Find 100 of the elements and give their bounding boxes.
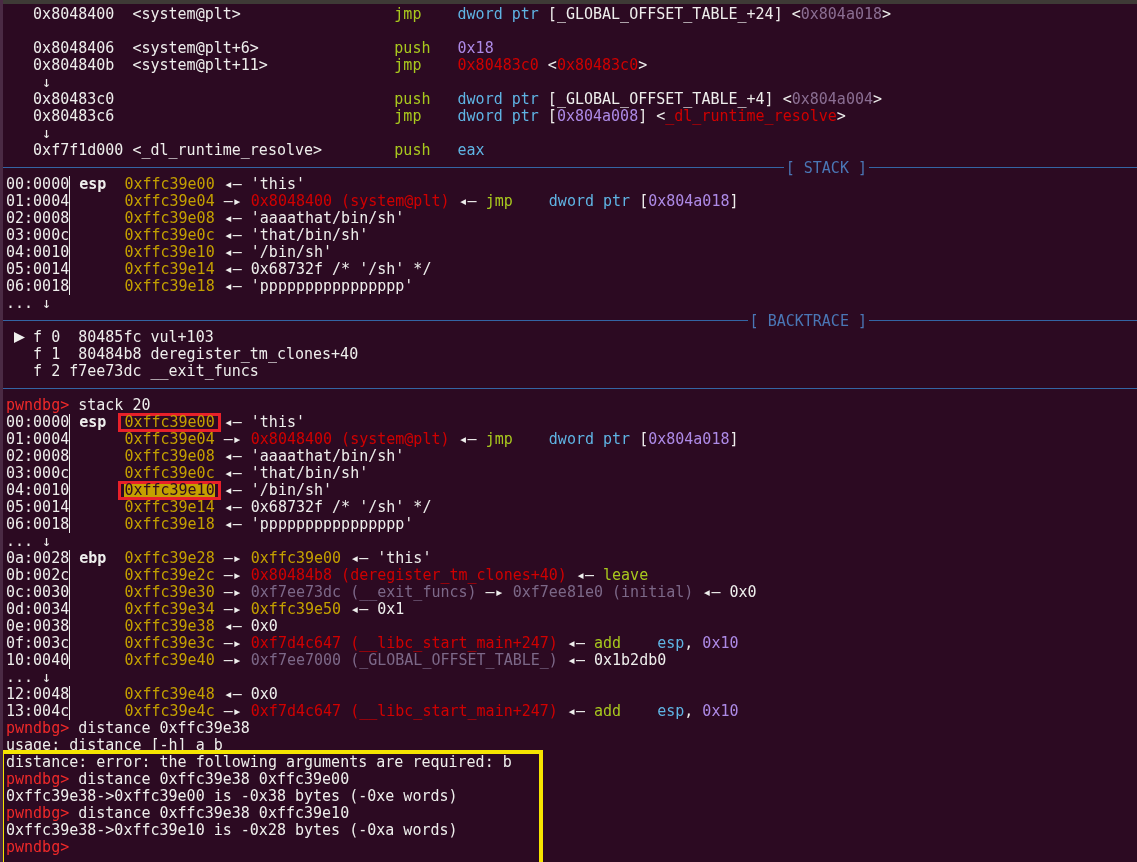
- stack-address: 0xffc39e04: [123, 192, 216, 211]
- terminal-text: >: [873, 91, 882, 108]
- terminal-text: 0x804a018: [648, 431, 730, 448]
- terminal-text: ... ↓: [6, 533, 52, 550]
- terminal-text: distance 0xffc39e38: [77, 720, 250, 737]
- terminal-text: jmp: [485, 193, 513, 210]
- stack-address: 0xffc39e2c: [123, 566, 216, 585]
- terminal-text: ◂— 0x68732f /* '/sh' */: [222, 499, 432, 516]
- terminal-text: ◂— 0x1b2db0: [565, 652, 667, 669]
- terminal-text: —▸: [485, 584, 504, 601]
- stack-address: 0xffc39e08: [123, 447, 216, 466]
- terminal-text: push: [394, 91, 431, 108]
- stack-address: 0xffc39e00: [123, 175, 216, 194]
- stack-offset: 13:004c: [6, 703, 71, 720]
- terminal-text: pwndbg>: [6, 771, 70, 788]
- terminal-text: >: [638, 57, 648, 74]
- terminal-text: ◂— 'pppppppppppppppp': [222, 516, 414, 533]
- terminal-text: —▸: [222, 703, 243, 720]
- register-name: esp: [79, 413, 107, 431]
- stack-address: 0xffc39e0c: [123, 464, 216, 483]
- terminal-text: ◂— 0x0: [222, 618, 278, 635]
- terminal-text: dword ptr: [547, 193, 631, 210]
- terminal-text: —▸: [222, 635, 243, 652]
- terminal-text: 0xf7d4c647 (__libc_start_main+247): [250, 703, 558, 720]
- stack-address: 0xffc39e30: [123, 583, 216, 602]
- terminal-text: 0x80483c0: [556, 57, 639, 74]
- terminal-text: 0xffc39e38->0xffc39e10 is -0x28 bytes (-0xa words): [6, 822, 458, 839]
- stack-offset: 0c:0030: [6, 584, 71, 601]
- terminal-text: ◂— '/bin/sh': [222, 482, 333, 499]
- terminal-text: 0x804a004: [791, 91, 873, 108]
- terminal-text: jmp: [394, 108, 422, 125]
- terminal-text: ◂— 'this': [222, 414, 305, 431]
- terminal-text: push: [394, 40, 431, 57]
- register-name: ebp: [79, 549, 107, 567]
- stack-address: 0xffc39e18: [123, 277, 216, 296]
- stack-offset: 00:0000: [6, 176, 71, 193]
- stack-address: 0xffc39e40: [123, 651, 216, 670]
- terminal-text: 0xf7f1d000 <_dl_runtime_resolve>: [32, 142, 324, 159]
- terminal-text: [: [638, 193, 649, 210]
- stack-address: 0xffc39e10: [118, 481, 221, 500]
- stack-offset: 01:0004: [6, 431, 71, 448]
- register-name: esp: [79, 175, 107, 193]
- terminal-text: >: [882, 6, 892, 23]
- terminal-text: 0xf7ee7000 (_GLOBAL_OFFSET_TABLE_): [250, 652, 558, 669]
- terminal-text: 0x8048400 (system@plt): [250, 193, 450, 210]
- stack-address: 0xffc39e18: [123, 515, 216, 534]
- terminal-text: f 1 80484b8 deregister_tm_clones+40: [33, 346, 359, 363]
- stack-offset: 00:0000: [6, 414, 71, 431]
- terminal-text: eax: [456, 142, 485, 159]
- terminal-text: esp: [656, 703, 685, 720]
- stack-address: 0xffc39e10: [123, 243, 216, 262]
- stack-address: 0xffc39e14: [123, 260, 216, 279]
- terminal-text: dword ptr: [456, 91, 539, 108]
- stack-address: 0xffc39e38: [123, 617, 216, 636]
- terminal-text: 0x8048400 (system@plt): [250, 431, 450, 448]
- stack-offset: 0f:003c: [6, 635, 71, 652]
- terminal-text: pwndbg>: [6, 805, 70, 822]
- stack-offset: 02:0008: [6, 210, 71, 227]
- terminal-text: jmp: [485, 431, 513, 448]
- stack-offset: 0b:002c: [6, 567, 71, 584]
- section-title: [ BACKTRACE ]: [748, 311, 868, 330]
- terminal-text: pwndbg>: [6, 720, 70, 737]
- stack-offset: 03:000c: [6, 465, 71, 482]
- terminal-text: pwndbg>: [6, 839, 70, 856]
- terminal-text: pwndbg>: [6, 397, 70, 414]
- stack-address: 0xffc39e0c: [123, 226, 216, 245]
- terminal-text: 0xffc39e00: [250, 550, 342, 567]
- terminal-text: 0x804840b <system@plt+11>: [32, 57, 269, 74]
- terminal-text: —▸: [222, 193, 243, 210]
- terminal-text: ↓: [41, 125, 52, 142]
- terminal-text: dword ptr: [547, 431, 631, 448]
- terminal-text: [_GLOBAL_OFFSET_TABLE_+4] <: [546, 91, 792, 108]
- terminal-text: ,: [684, 635, 695, 652]
- stack-address: 0xffc39e04: [123, 430, 216, 449]
- terminal-text: f 0 80485fc vul+103: [33, 329, 214, 346]
- terminal-text: push: [394, 142, 431, 159]
- terminal-text: jmp: [394, 57, 422, 74]
- terminal-text: dword ptr: [456, 108, 539, 125]
- terminal-text: 0xf7ee81e0 (initial): [512, 584, 694, 601]
- terminal-text: —▸: [222, 550, 243, 567]
- terminal-text: >: [836, 108, 846, 125]
- terminal-text: ]: [729, 193, 739, 210]
- terminal-text: ◂—: [457, 431, 478, 448]
- terminal-text: distance: error: the following arguments are required: b: [6, 754, 512, 771]
- terminal-text: ] <: [638, 108, 666, 125]
- terminal-text: ◂— 0x0: [222, 686, 278, 703]
- stack-offset: 03:000c: [6, 227, 71, 244]
- terminal-text: ◂—: [574, 567, 595, 584]
- terminal-text: ]: [729, 431, 739, 448]
- terminal-text: jmp: [394, 6, 422, 23]
- terminal-text: add: [594, 703, 622, 720]
- terminal-text: f 2 f7ee73dc __exit_funcs: [33, 363, 259, 380]
- terminal-text: —▸: [222, 567, 243, 584]
- stack-address: 0xffc39e00: [118, 413, 221, 432]
- stack-offset: 12:0048: [6, 686, 71, 703]
- stack-offset: 0e:0038: [6, 618, 71, 635]
- terminal-text: [_GLOBAL_OFFSET_TABLE_+24] <: [546, 6, 801, 23]
- terminal-text: 0xffc39e50: [250, 601, 342, 618]
- stack-offset: 02:0008: [6, 448, 71, 465]
- terminal-text: 0x804a008: [556, 108, 639, 125]
